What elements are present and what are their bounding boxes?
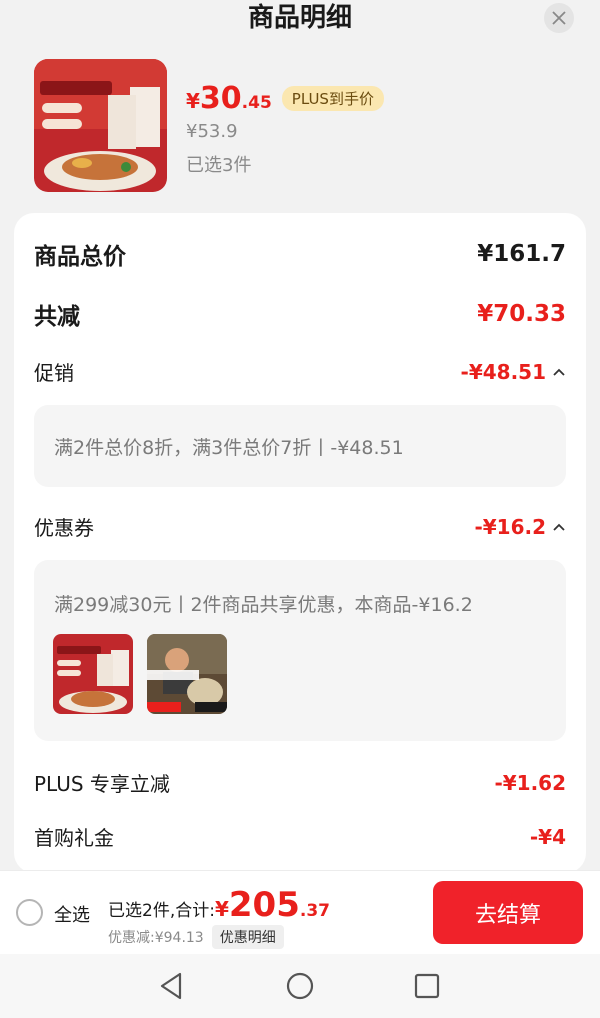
plus-reduce-label: PLUS 专享立减: [34, 772, 170, 796]
price-detail-card: 商品总价 ¥161.7 共减 ¥70.33 促销 -¥48.51 满2件总价8折…: [14, 213, 586, 873]
price-integer: 30: [199, 81, 242, 116]
price-decimal: .45: [241, 93, 272, 113]
coupon-row[interactable]: 优惠券 -¥16.2: [34, 512, 566, 541]
discount-text: 优惠减:¥94.13: [108, 930, 204, 946]
promo-value-wrap[interactable]: -¥48.51: [461, 360, 566, 384]
coupon-detail-text: 满299减30元丨2件商品共享优惠，本商品-¥16.2: [54, 594, 473, 616]
checkout-bar: 全选 已选2件,合计: ¥ 205 .37 优惠减:¥94.13 优惠明细 去结…: [0, 870, 600, 954]
promo-label: 促销: [34, 361, 74, 385]
discount-line: 优惠减:¥94.13 优惠明细: [108, 925, 284, 949]
chevron-up-icon: [553, 368, 565, 376]
plus-price-badge: PLUS到手价: [281, 86, 384, 111]
select-all-radio[interactable]: [16, 899, 43, 926]
total-price-row: 商品总价 ¥161.7: [34, 237, 566, 271]
product-summary: ¥ 30 .45 PLUS到手价 ¥53.9 已选3件: [34, 59, 574, 194]
back-triangle-icon[interactable]: [156, 970, 188, 1002]
page-title: 商品明细: [247, 3, 352, 33]
promo-detail-box: 满2件总价8折，满3件总价7折丨-¥48.51: [34, 405, 566, 487]
total-price-value: ¥161.7: [477, 241, 566, 267]
coupon-product-thumb-2[interactable]: [147, 634, 227, 714]
original-price: ¥53.9: [186, 121, 238, 142]
promo-value: -¥48.51: [460, 359, 546, 384]
total-integer: 205: [228, 885, 300, 925]
promo-detail-text: 满2件总价8折，满3件总价7折丨-¥48.51: [54, 437, 404, 459]
close-icon: [552, 11, 566, 25]
total-reduce-row: 共减 ¥70.33: [34, 297, 566, 331]
select-all-label[interactable]: 全选: [54, 901, 90, 927]
coupon-value-wrap[interactable]: -¥16.2: [474, 515, 566, 539]
total-symbol: ¥: [214, 897, 229, 921]
discount-detail-button[interactable]: 优惠明细: [211, 925, 284, 949]
plus-reduce-value: -¥1.62: [494, 770, 566, 795]
recents-square-icon[interactable]: [411, 970, 443, 1002]
first-purchase-row: 首购礼金 -¥4: [34, 822, 566, 851]
system-nav-bar: [0, 954, 600, 1018]
total-price-label: 商品总价: [34, 244, 126, 270]
total-line: 已选2件,合计: ¥ 205 .37: [108, 885, 330, 925]
total-prefix: 已选2件,合计:: [108, 901, 215, 921]
total-decimal: .37: [299, 901, 330, 921]
coupon-label: 优惠券: [34, 516, 94, 540]
coupon-detail-box: 满299减30元丨2件商品共享优惠，本商品-¥16.2: [34, 560, 566, 741]
total-reduce-value: ¥70.33: [477, 301, 566, 327]
checkout-button[interactable]: 去结算: [433, 881, 583, 944]
first-purchase-label: 首购礼金: [34, 826, 114, 850]
total-reduce-label: 共减: [34, 304, 80, 330]
coupon-product-thumb-1[interactable]: [53, 634, 133, 714]
header: 商品明细: [0, 0, 600, 44]
first-purchase-value: -¥4: [529, 824, 566, 849]
promo-row[interactable]: 促销 -¥48.51: [34, 357, 566, 386]
close-button[interactable]: [544, 3, 574, 33]
price-symbol: ¥: [186, 89, 200, 113]
chevron-up-icon: [553, 523, 565, 531]
home-circle-icon[interactable]: [284, 970, 316, 1002]
product-price: ¥ 30 .45 PLUS到手价: [186, 81, 384, 116]
selected-count: 已选3件: [186, 155, 252, 176]
product-image[interactable]: [34, 59, 167, 192]
plus-reduce-row: PLUS 专享立减 -¥1.62: [34, 768, 566, 797]
coupon-value: -¥16.2: [474, 514, 546, 539]
